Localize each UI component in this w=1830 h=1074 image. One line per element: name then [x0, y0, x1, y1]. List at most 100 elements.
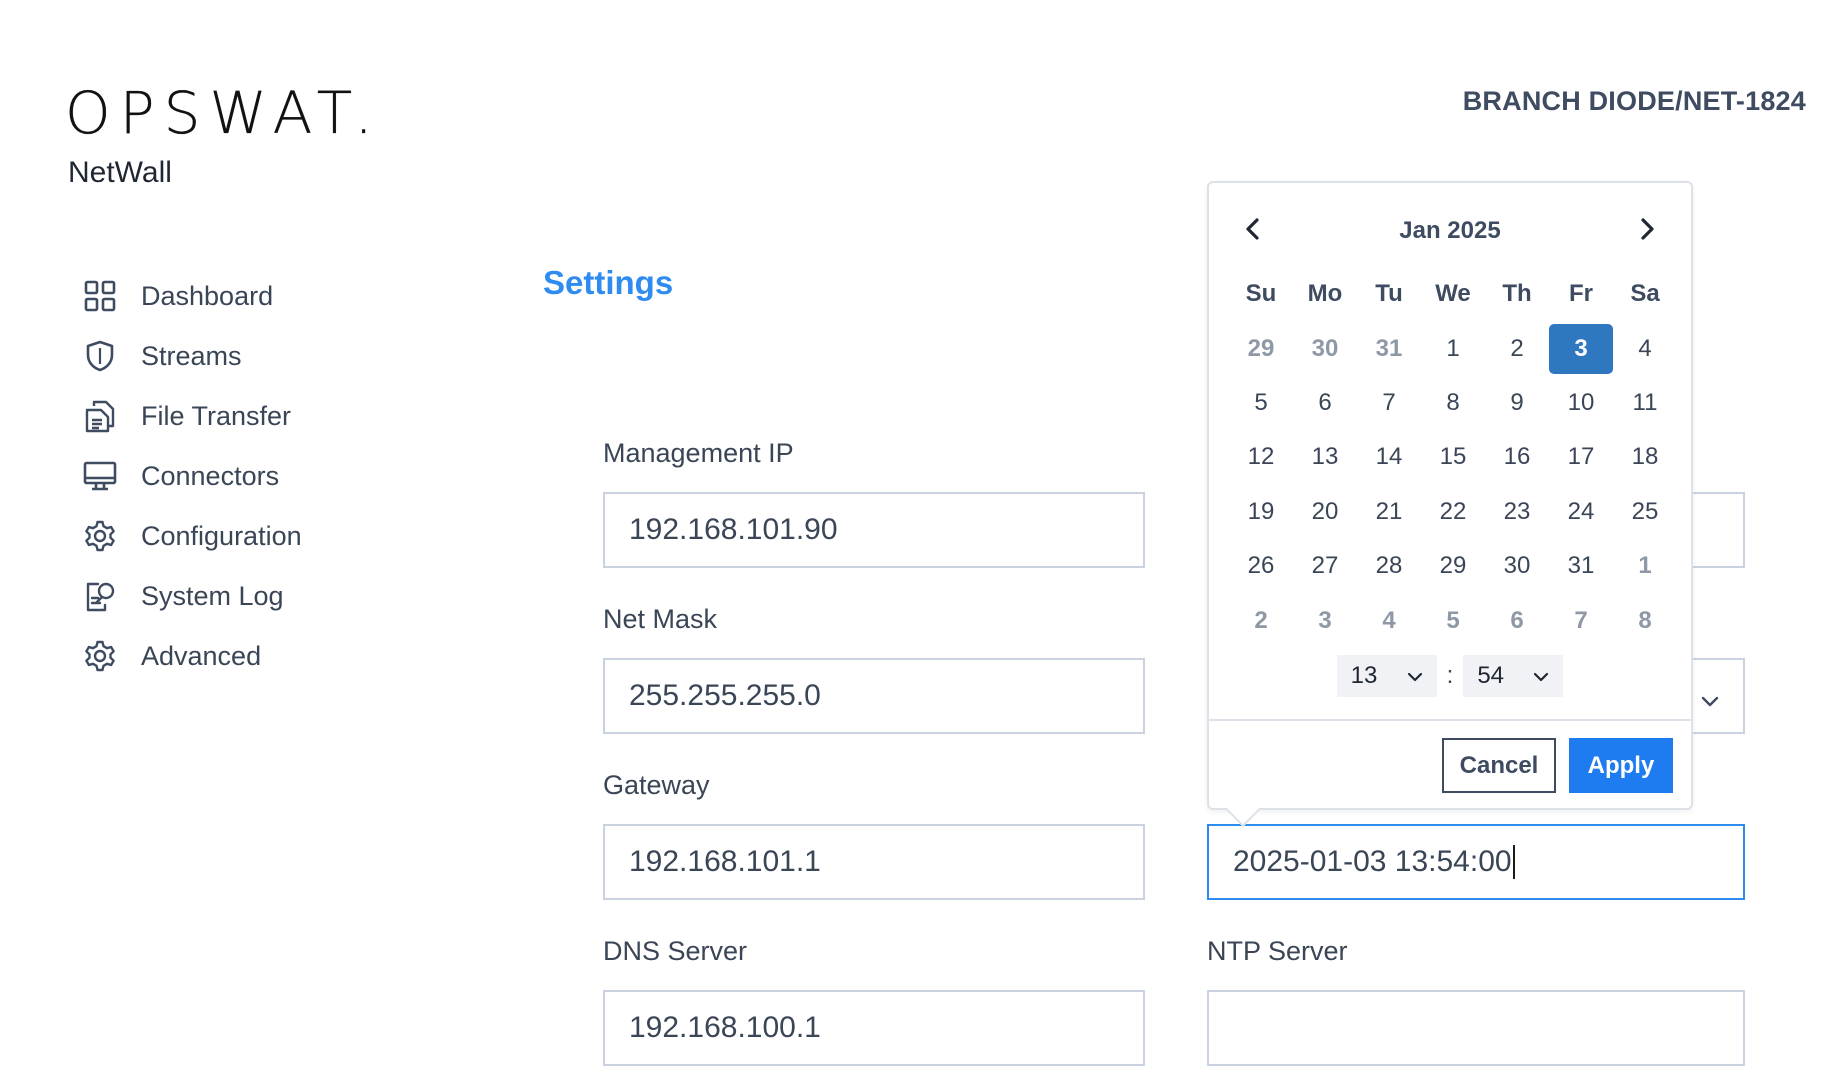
weekday-label: Fr	[1569, 280, 1593, 308]
calendar-day[interactable]: 10	[1549, 378, 1613, 428]
ntp-server-input[interactable]	[1207, 990, 1745, 1066]
calendar-day[interactable]: 22	[1421, 487, 1485, 537]
calendar-day-outside-month[interactable]: 6	[1485, 596, 1549, 646]
calendar-day[interactable]: 25	[1613, 487, 1677, 537]
sidebar-item-label: Connectors	[141, 460, 280, 491]
calendar-day[interactable]: 5	[1229, 378, 1293, 428]
calendar-day[interactable]: 24	[1549, 487, 1613, 537]
time-separator: :	[1446, 662, 1454, 689]
calendar-day[interactable]: 30	[1485, 541, 1549, 591]
shield-icon	[82, 338, 118, 374]
sidebar-item-system-log[interactable]: System Log	[82, 566, 302, 626]
weekday-label: Mo	[1307, 280, 1343, 308]
hour-value: 13	[1350, 662, 1378, 689]
date-time-input[interactable]: 2025-01-03 13:54:00	[1207, 824, 1745, 900]
calendar-day-outside-month[interactable]: 30	[1293, 324, 1357, 374]
calendar-day[interactable]: 17	[1549, 432, 1613, 482]
sidebar-item-file-transfer[interactable]: File Transfer	[82, 386, 302, 446]
sidebar-item-advanced[interactable]: Advanced	[82, 626, 302, 686]
minute-value: 54	[1477, 662, 1505, 689]
gateway-input[interactable]: 192.168.101.1	[603, 824, 1145, 900]
calendar-day-outside-month[interactable]: 8	[1613, 596, 1677, 646]
calendar-day-outside-month[interactable]: 7	[1549, 596, 1613, 646]
calendar-day[interactable]: 31	[1549, 541, 1613, 591]
apply-button[interactable]: Apply	[1569, 738, 1673, 793]
calendar-day[interactable]: 6	[1293, 378, 1357, 428]
weekday-label: Su	[1245, 280, 1277, 308]
weekday-label: Tu	[1375, 280, 1403, 308]
calendar-week-row: 2345678	[1229, 593, 1677, 647]
calendar-day-selected[interactable]: 3	[1549, 323, 1613, 374]
calendar-day[interactable]: 26	[1229, 541, 1293, 591]
calendar-day[interactable]: 19	[1229, 487, 1293, 537]
log-search-icon	[82, 578, 118, 614]
calendar-week-row: 26 27 28 29 30 31 1	[1229, 539, 1677, 593]
calendar-day[interactable]: 29	[1421, 541, 1485, 591]
sidebar-item-dashboard[interactable]: Dashboard	[82, 266, 302, 326]
time-selector: 13 : 54	[1209, 655, 1691, 697]
minute-select[interactable]: 54	[1463, 655, 1564, 697]
calendar-day[interactable]: 2	[1485, 324, 1549, 374]
gateway-value: 192.168.101.1	[629, 845, 821, 878]
weekday-header-row: Su Mo Tu We Th Fr Sa	[1229, 267, 1677, 321]
month-label: Jan 2025	[1399, 217, 1501, 244]
sidebar-item-label: Configuration	[141, 520, 302, 551]
calendar-day-outside-month[interactable]: 1	[1613, 541, 1677, 591]
product-name: NetWall	[68, 156, 172, 189]
calendar-week-row: 12 13 14 15 16 17 18	[1229, 430, 1677, 484]
device-name: BRANCH DIODE/NET-1824	[1462, 86, 1806, 116]
sidebar-item-label: Advanced	[141, 640, 262, 671]
calendar-week-row: 5 6 7 8 9 10 11	[1229, 376, 1677, 430]
calendar-day[interactable]: 7	[1357, 378, 1421, 428]
calendar-day[interactable]: 20	[1293, 487, 1357, 537]
calendar-day[interactable]: 8	[1421, 378, 1485, 428]
calendar-day-outside-month[interactable]: 5	[1421, 596, 1485, 646]
net-mask-value: 255.255.255.0	[629, 679, 821, 712]
text-cursor	[1512, 845, 1515, 879]
management-ip-input[interactable]: 192.168.101.90	[603, 492, 1145, 568]
calendar-day[interactable]: 28	[1357, 541, 1421, 591]
dns-server-input[interactable]: 192.168.100.1	[603, 990, 1145, 1066]
brand: OPSWAT. NetWall	[65, 84, 382, 190]
chevron-right-icon	[1636, 216, 1658, 247]
net-mask-label: Net Mask	[603, 604, 718, 634]
calendar-week-row: 19 20 21 22 23 24 25	[1229, 485, 1677, 539]
calendar-day-outside-month[interactable]: 31	[1357, 324, 1421, 374]
cancel-button[interactable]: Cancel	[1442, 738, 1556, 793]
calendar-day[interactable]: 23	[1485, 487, 1549, 537]
next-month-button[interactable]	[1627, 211, 1667, 251]
calendar-day[interactable]: 1	[1421, 324, 1485, 374]
sidebar-item-label: File Transfer	[141, 400, 292, 431]
calendar-day[interactable]: 11	[1613, 378, 1677, 428]
gear-icon	[82, 518, 118, 554]
weekday-label: Th	[1502, 280, 1532, 308]
sidebar: Dashboard Streams File Transfer Connecto…	[82, 266, 302, 686]
sidebar-item-label: Dashboard	[141, 280, 274, 311]
calendar-day[interactable]: 13	[1293, 432, 1357, 482]
calendar-day-outside-month[interactable]: 3	[1293, 596, 1357, 646]
calendar-day[interactable]: 4	[1613, 324, 1677, 374]
calendar-week-row: 29 30 31 1 2 3 4	[1229, 321, 1677, 375]
calendar-day[interactable]: 18	[1613, 432, 1677, 482]
calendar-day[interactable]: 27	[1293, 541, 1357, 591]
ntp-server-label: NTP Server	[1207, 936, 1348, 966]
hour-select[interactable]: 13	[1336, 655, 1437, 697]
calendar-day[interactable]: 12	[1229, 432, 1293, 482]
calendar-day[interactable]: 15	[1421, 432, 1485, 482]
calendar-day[interactable]: 21	[1357, 487, 1421, 537]
calendar-day-outside-month[interactable]: 29	[1229, 324, 1293, 374]
calendar-day-outside-month[interactable]: 4	[1357, 596, 1421, 646]
calendar-day[interactable]: 16	[1485, 432, 1549, 482]
chevron-left-icon	[1242, 216, 1264, 247]
calendar-day[interactable]: 14	[1357, 432, 1421, 482]
net-mask-input[interactable]: 255.255.255.0	[603, 658, 1145, 734]
calendar-day-outside-month[interactable]: 2	[1229, 596, 1293, 646]
sidebar-item-streams[interactable]: Streams	[82, 326, 302, 386]
sidebar-item-configuration[interactable]: Configuration	[82, 506, 302, 566]
previous-month-button[interactable]	[1233, 211, 1273, 251]
management-ip-value: 192.168.101.90	[629, 513, 838, 546]
sidebar-item-connectors[interactable]: Connectors	[82, 446, 302, 506]
date-picker-popup: Jan 2025 Su Mo Tu We Th Fr Sa 29 30 31 1 2 3 4 5 6 7 8 9 1…	[1207, 181, 1693, 827]
date-time-value: 2025-01-03 13:54:00	[1233, 845, 1512, 878]
calendar-day[interactable]: 9	[1485, 378, 1549, 428]
